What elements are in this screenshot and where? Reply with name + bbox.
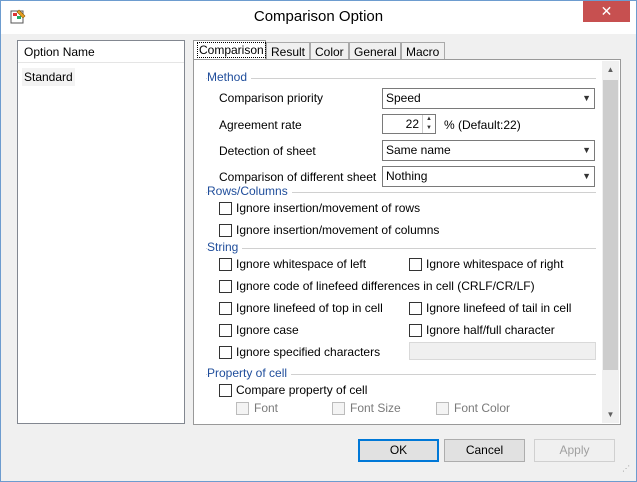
ignore-half-full-checkbox[interactable] bbox=[409, 324, 422, 337]
ignore-rows-checkbox[interactable] bbox=[219, 202, 232, 215]
ignore-ws-right-checkbox[interactable] bbox=[409, 258, 422, 271]
dialog-window: Comparison Option ✕ Option Name Standard… bbox=[0, 0, 637, 482]
font-label: Font bbox=[254, 401, 279, 415]
compare-property-label: Compare property of cell bbox=[236, 383, 368, 397]
detection-of-sheet-select[interactable]: Same name ▼ bbox=[382, 140, 595, 161]
spin-arrows-icon[interactable]: ▲ ▼ bbox=[422, 115, 435, 133]
compare-property-checkbox[interactable] bbox=[219, 384, 232, 397]
tab-comparison[interactable]: Comparison bbox=[193, 40, 266, 61]
font-checkbox[interactable] bbox=[236, 402, 249, 415]
string-section-title: String bbox=[207, 240, 243, 254]
specified-characters-input[interactable] bbox=[409, 342, 596, 360]
ignore-lf-tail-checkbox[interactable] bbox=[409, 302, 422, 315]
apply-button[interactable]: Apply bbox=[534, 439, 615, 462]
ignore-rows-label: Ignore insertion/movement of rows bbox=[236, 201, 421, 215]
chevron-down-icon: ▼ bbox=[582, 145, 591, 155]
tab-color[interactable]: Color bbox=[310, 42, 349, 60]
scroll-up-icon[interactable]: ▲ bbox=[602, 61, 619, 78]
title-bar: Comparison Option ✕ bbox=[1, 1, 636, 34]
chevron-down-icon: ▼ bbox=[582, 93, 591, 103]
ignore-linefeed-code-label: Ignore code of linefeed differences in c… bbox=[236, 279, 535, 293]
dialog-body: Option Name Standard Comparison Result C… bbox=[9, 34, 629, 475]
font-size-checkbox[interactable] bbox=[332, 402, 345, 415]
cancel-button[interactable]: Cancel bbox=[444, 439, 525, 462]
ignore-case-label: Ignore case bbox=[236, 323, 299, 337]
agreement-rate-default: % (Default:22) bbox=[444, 118, 521, 132]
ignore-lf-tail-label: Ignore linefeed of tail in cell bbox=[426, 301, 572, 315]
ignore-half-full-label: Ignore half/full character bbox=[426, 323, 555, 337]
tab-result[interactable]: Result bbox=[266, 42, 310, 60]
ignore-specified-label: Ignore specified characters bbox=[236, 345, 381, 359]
option-name-header: Option Name bbox=[18, 41, 184, 63]
rows-columns-section-title: Rows/Columns bbox=[207, 184, 292, 198]
agreement-rate-stepper[interactable]: 22 ▲ ▼ bbox=[382, 114, 436, 134]
ignore-linefeed-code-checkbox[interactable] bbox=[219, 280, 232, 293]
ignore-columns-checkbox[interactable] bbox=[219, 224, 232, 237]
ignore-case-checkbox[interactable] bbox=[219, 324, 232, 337]
ok-button[interactable]: OK bbox=[358, 439, 439, 462]
option-name-list[interactable]: Option Name Standard bbox=[17, 40, 185, 424]
tab-macro[interactable]: Macro bbox=[401, 42, 445, 60]
ignore-ws-right-label: Ignore whitespace of right bbox=[426, 257, 564, 271]
property-section-title: Property of cell bbox=[207, 366, 292, 380]
font-size-label: Font Size bbox=[350, 401, 401, 415]
ignore-ws-left-label: Ignore whitespace of left bbox=[236, 257, 367, 271]
resize-grip-icon[interactable]: ⋰ bbox=[622, 465, 634, 479]
chevron-down-icon: ▼ bbox=[582, 171, 591, 181]
string-divider bbox=[206, 248, 596, 249]
close-icon: ✕ bbox=[600, 3, 613, 19]
comparison-priority-select[interactable]: Speed ▼ bbox=[382, 88, 595, 109]
ignore-lf-top-label: Ignore linefeed of top in cell bbox=[236, 301, 383, 315]
ignore-lf-top-checkbox[interactable] bbox=[219, 302, 232, 315]
list-item[interactable]: Standard bbox=[22, 68, 75, 86]
ignore-specified-checkbox[interactable] bbox=[219, 346, 232, 359]
font-color-label: Font Color bbox=[454, 401, 511, 415]
detection-of-sheet-label: Detection of sheet bbox=[219, 144, 316, 158]
font-color-checkbox[interactable] bbox=[436, 402, 449, 415]
method-section-title: Method bbox=[207, 70, 252, 84]
comparison-priority-label: Comparison priority bbox=[219, 91, 324, 105]
different-sheet-label: Comparison of different sheet bbox=[219, 170, 377, 184]
agreement-rate-label: Agreement rate bbox=[219, 118, 302, 132]
comparison-panel: Method Comparison priority Speed ▼ Agreem… bbox=[193, 59, 621, 425]
tab-general[interactable]: General bbox=[349, 42, 401, 60]
different-sheet-select[interactable]: Nothing ▼ bbox=[382, 166, 595, 187]
ignore-ws-left-checkbox[interactable] bbox=[219, 258, 232, 271]
scroll-down-icon[interactable]: ▼ bbox=[602, 406, 619, 423]
vertical-scrollbar[interactable]: ▲ ▼ bbox=[602, 61, 619, 423]
window-title: Comparison Option bbox=[253, 8, 384, 25]
method-divider bbox=[206, 78, 596, 79]
ignore-columns-label: Ignore insertion/movement of columns bbox=[236, 223, 440, 237]
scroll-thumb[interactable] bbox=[603, 80, 618, 370]
close-button[interactable]: ✕ bbox=[583, 1, 630, 22]
